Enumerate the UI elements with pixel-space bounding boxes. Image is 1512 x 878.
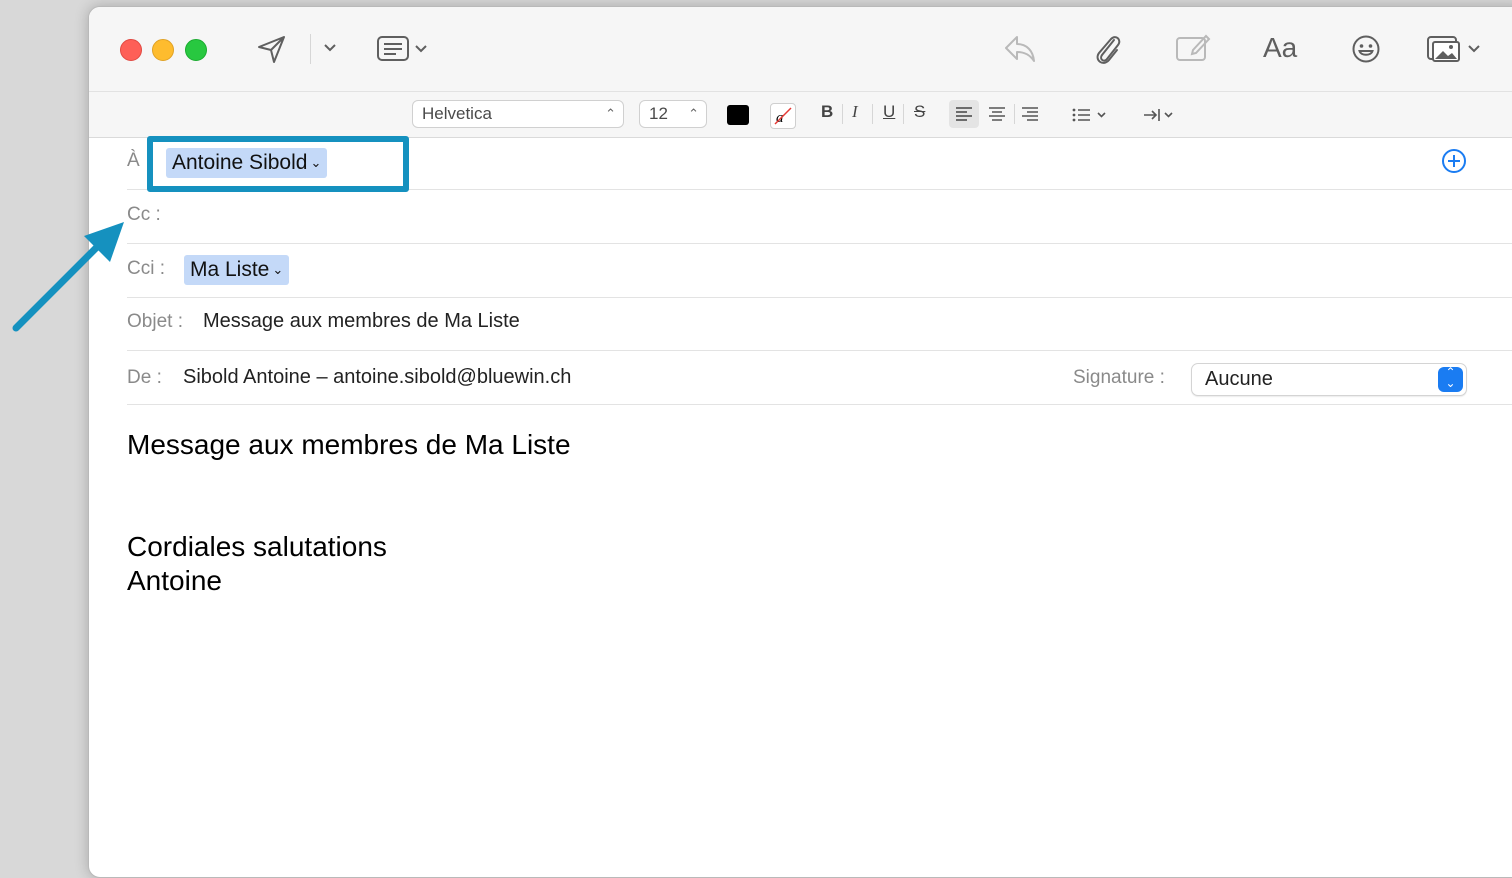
- indent-icon: [1144, 109, 1173, 121]
- body-line: Message aux membres de Ma Liste: [127, 429, 571, 460]
- close-window-button[interactable]: [120, 39, 142, 61]
- format-bar: Helvetica ⌃ 12 ⌃ a B I U S: [89, 92, 1512, 138]
- strikethrough-button[interactable]: S: [914, 102, 925, 122]
- align-center-icon: [989, 107, 1005, 121]
- italic-button[interactable]: I: [852, 102, 858, 122]
- align-right-button[interactable]: [1015, 100, 1045, 133]
- message-body[interactable]: Message aux membres de Ma Liste Cordiale…: [127, 417, 1507, 857]
- subject-field[interactable]: Message aux membres de Ma Liste: [203, 310, 520, 333]
- divider: [127, 297, 1512, 298]
- body-line: Cordiales salutations: [127, 531, 387, 562]
- from-select[interactable]: Sibold Antoine – antoine.sibold@bluewin.…: [183, 366, 571, 389]
- font-size-select[interactable]: 12 ⌃: [639, 100, 707, 128]
- updown-arrows-icon: ⌃: [605, 106, 616, 121]
- svg-text:a: a: [776, 110, 784, 126]
- divider: [127, 404, 1512, 405]
- to-field-highlight: [147, 136, 409, 192]
- bcc-recipient-token[interactable]: Ma Liste ⌄: [184, 255, 290, 285]
- font-family-value: Helvetica: [422, 104, 492, 123]
- bullet-list-icon: [1072, 108, 1106, 122]
- signature-select[interactable]: Aucune ⌃ ⌄: [1191, 363, 1467, 396]
- attachment-icon[interactable]: [1092, 31, 1122, 67]
- markup-icon[interactable]: [1175, 32, 1211, 64]
- add-circle-icon: [1442, 149, 1466, 173]
- add-contact-button[interactable]: [1441, 148, 1467, 179]
- minimize-window-button[interactable]: [152, 39, 174, 61]
- header-fields-icon[interactable]: [376, 34, 432, 64]
- font-family-select[interactable]: Helvetica ⌃: [412, 100, 624, 128]
- align-left-button[interactable]: [949, 100, 979, 128]
- underline-button[interactable]: U: [883, 102, 895, 122]
- align-left-icon: [956, 107, 972, 121]
- divider: [127, 350, 1512, 351]
- photo-browser-icon[interactable]: [1426, 33, 1484, 65]
- align-center-button[interactable]: [982, 100, 1012, 133]
- to-label: À: [127, 150, 140, 171]
- text-color-swatch[interactable]: [727, 105, 749, 125]
- updown-arrows-icon: ⌃ ⌄: [1438, 366, 1463, 392]
- chevron-down-icon: ⌄: [272, 262, 284, 277]
- updown-arrows-icon: ⌃: [688, 106, 699, 121]
- font-size-value: 12: [649, 104, 668, 123]
- no-highlight-icon: a: [774, 107, 792, 126]
- emoji-icon[interactable]: [1351, 34, 1381, 64]
- send-icon[interactable]: [256, 33, 288, 65]
- annotation-arrow-icon: [12, 222, 124, 332]
- align-right-icon: [1022, 107, 1038, 121]
- from-label: De :: [127, 367, 162, 388]
- toolbar: Aa: [89, 7, 1512, 92]
- indent-button[interactable]: [1141, 101, 1177, 134]
- signature-label: Signature :: [1073, 367, 1165, 388]
- signature-value: Aucune: [1205, 368, 1273, 390]
- bcc-recipient-name: Ma Liste: [190, 258, 270, 281]
- chevron-down-icon[interactable]: [323, 43, 337, 53]
- bold-button[interactable]: B: [821, 102, 833, 122]
- zoom-window-button[interactable]: [185, 39, 207, 61]
- divider: [127, 243, 1512, 244]
- list-button[interactable]: [1069, 101, 1111, 134]
- body-line: Antoine: [127, 565, 222, 596]
- cc-field[interactable]: [179, 201, 1479, 231]
- reply-icon[interactable]: [1003, 33, 1037, 65]
- highlight-color-button[interactable]: a: [770, 103, 796, 129]
- font-icon[interactable]: Aa: [1263, 32, 1297, 64]
